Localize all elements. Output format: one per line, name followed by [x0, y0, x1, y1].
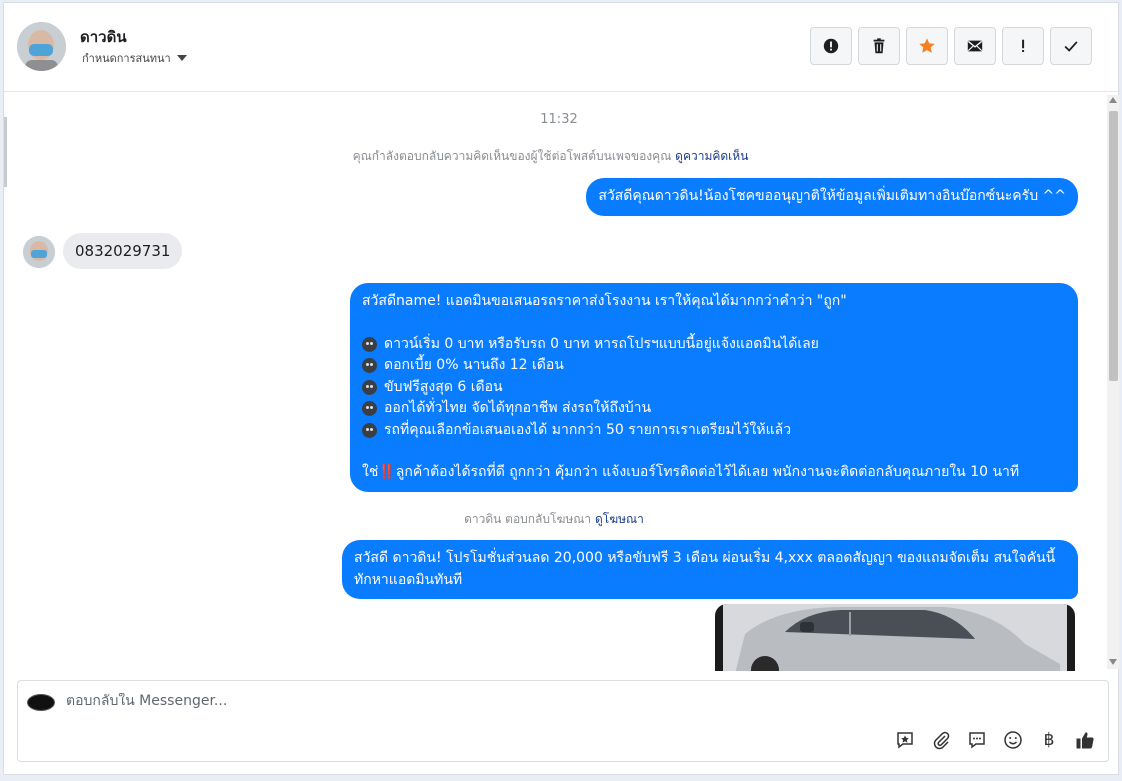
saved-reply-icon [897, 732, 913, 749]
message-timestamp: 11:32 [540, 112, 578, 127]
outgoing-promo-message[interactable]: สวัสดีname! แอดมินขอเสนอรถราคาส่งโรงงาน … [350, 283, 1078, 492]
assign-conversation-dropdown[interactable]: กำหนดการสนทนา [82, 49, 187, 67]
report-button[interactable] [810, 27, 852, 65]
contact-avatar-small [23, 236, 55, 268]
composer-tools: ฿ [894, 729, 1096, 751]
face-emoji-icon [362, 358, 377, 374]
double-exclamation-icon: ‼️ [378, 464, 396, 480]
assign-label: กำหนดการสนทนา [82, 52, 171, 65]
conversation-header: ดาวดิน กำหนดการสนทนา [4, 3, 1120, 92]
face-emoji-icon [362, 422, 377, 438]
star-icon [919, 38, 935, 53]
view-ad-link[interactable]: ดูโฆษณา [595, 512, 644, 526]
attachment-icon [933, 731, 950, 750]
view-comment-link[interactable]: ดูความคิดเห็น [675, 149, 748, 163]
outgoing-ad-message[interactable]: สวัสดี ดาวดิน! โปรโมชั่นส่วนลด 20,000 หร… [342, 540, 1078, 599]
inbox-conversation: ดาวดิน กำหนดการสนทนา 11:32 คุณกำลังตอบกล… [3, 2, 1120, 775]
face-emoji-icon [362, 379, 377, 395]
ad-reply-notice-text: ดาวดิน ตอบกลับโฆษณา [464, 512, 592, 526]
promo-item: รถที่คุณเลือกข้อเสนอเองได้ มากกว่า 50 รา… [362, 420, 1066, 442]
trash-icon [873, 38, 885, 54]
follow-up-button[interactable] [1002, 27, 1044, 65]
scroll-down-arrow-icon[interactable] [1109, 659, 1117, 665]
mark-unread-button[interactable] [954, 27, 996, 65]
face-emoji-icon [362, 336, 377, 352]
star-button[interactable] [906, 27, 948, 65]
payment-button[interactable]: ฿ [1038, 729, 1060, 751]
chat-button[interactable] [966, 729, 988, 751]
contact-name[interactable]: ดาวดิน [80, 25, 127, 49]
exclamation-icon [1022, 39, 1025, 53]
promo-intro: สวัสดีname! แอดมินขอเสนอรถราคาส่งโรงงาน … [362, 293, 847, 309]
incoming-message[interactable]: 0832029731 [63, 233, 183, 269]
check-icon [1064, 41, 1078, 52]
chat-icon [969, 732, 985, 749]
thread-scrollbar[interactable] [1107, 95, 1119, 669]
comment-reply-notice: คุณกำลังตอบกลับความคิดเห็นของผู้ใช้ต่อโพ… [4, 147, 1097, 166]
comment-reply-notice-text: คุณกำลังตอบกลับความคิดเห็นของผู้ใช้ต่อโพ… [352, 149, 672, 163]
emoji-icon [1004, 731, 1022, 749]
mail-icon [967, 40, 983, 52]
ad-reply-notice: ดาวดิน ตอบกลับโฆษณา ดูโฆษณา [4, 510, 1104, 529]
attach-button[interactable] [930, 729, 952, 751]
mark-done-button[interactable] [1050, 27, 1092, 65]
caret-down-icon [176, 55, 187, 61]
emoji-button[interactable] [1002, 729, 1024, 751]
reply-input[interactable] [66, 693, 766, 709]
contact-avatar[interactable] [17, 22, 66, 71]
promo-closing: ใช่‼️ลูกค้าต้องได้รถที่ดี ถูกกว่า คุ้มกว… [362, 464, 1020, 480]
promo-item: ดอกเบี้ย 0% นานถึง 12 เดือน [362, 355, 1066, 377]
like-icon [1076, 732, 1094, 749]
saved-replies-button[interactable] [894, 729, 916, 751]
message-thread[interactable]: 11:32 คุณกำลังตอบกลับความคิดเห็นของผู้ใช… [4, 93, 1120, 671]
promo-item: ขับฟรีสูงสุด 6 เดือน [362, 377, 1066, 399]
page-logo-avatar [27, 694, 55, 711]
face-emoji-icon [362, 401, 377, 417]
promo-item: ดาวน์เริ่ม 0 บาท หรือรับรถ 0 บาท หารถโปร… [362, 334, 1066, 356]
baht-icon: ฿ [1043, 730, 1055, 750]
report-icon [823, 38, 839, 54]
header-actions [810, 27, 1092, 65]
car-photo[interactable] [715, 604, 1075, 671]
scroll-thumb[interactable] [1109, 111, 1118, 381]
like-button[interactable] [1074, 729, 1096, 751]
scroll-up-arrow-icon[interactable] [1109, 97, 1117, 103]
outgoing-message[interactable]: สวัสดีคุณดาวดิน!น้องโชคขออนุญาติให้ข้อมู… [586, 178, 1078, 216]
delete-button[interactable] [858, 27, 900, 65]
promo-item: ออกได้ทั่วไทย จัดได้ทุกอาชีพ ส่งรถให้ถึง… [362, 398, 1066, 420]
reply-composer: ฿ [17, 680, 1109, 762]
